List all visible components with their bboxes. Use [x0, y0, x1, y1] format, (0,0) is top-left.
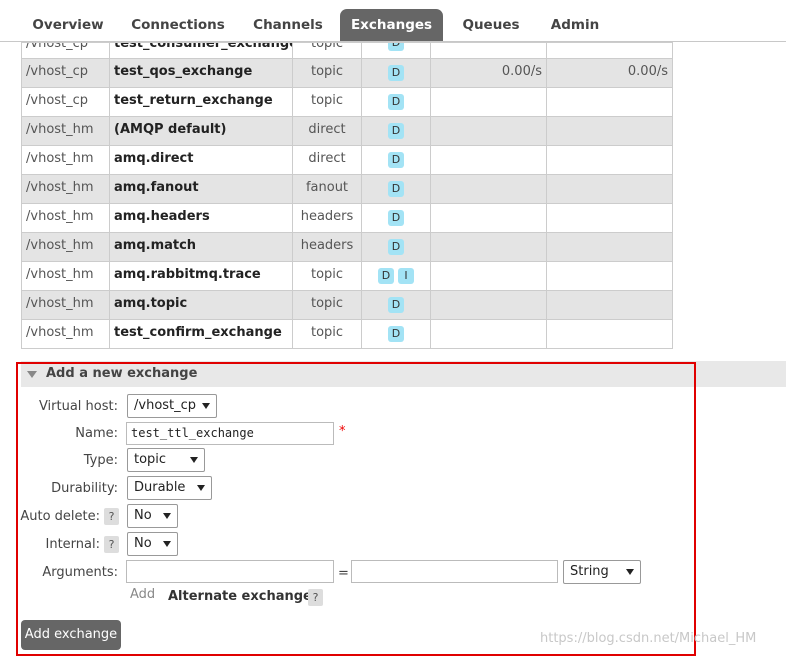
type-cell: topic	[292, 290, 362, 320]
main-nav: Overview Connections Channels Exchanges …	[0, 0, 786, 42]
features-cell: D	[361, 58, 431, 88]
highlight-box	[16, 362, 696, 656]
vhost-cell: /vhost_hm	[21, 203, 110, 233]
rate-out-cell	[546, 42, 673, 59]
feature-badge: D	[388, 65, 404, 81]
exchanges-table: /vhost_cp test_consumer_exchange topic D/vh…	[21, 42, 673, 349]
features-cell: D	[361, 290, 431, 320]
exchange-name-link[interactable]: amq.match	[109, 232, 293, 262]
exchange-name-link[interactable]: test_confirm_exchange	[109, 319, 293, 349]
tab-admin[interactable]: Admin	[540, 9, 610, 41]
features-cell: D	[361, 87, 431, 117]
type-cell: headers	[292, 203, 362, 233]
exchange-name-link[interactable]: amq.topic	[109, 290, 293, 320]
exchange-name-link[interactable]: (AMQP default)	[109, 116, 293, 146]
rate-in-cell	[430, 319, 547, 349]
vhost-cell: /vhost_cp	[21, 42, 110, 59]
table-row: /vhost_hm amq.direct direct D	[21, 145, 673, 175]
rate-in-cell	[430, 42, 547, 59]
exchange-name-link[interactable]: amq.direct	[109, 145, 293, 175]
vhost-cell: /vhost_hm	[21, 290, 110, 320]
rate-in-cell	[430, 261, 547, 291]
type-cell: topic	[292, 319, 362, 349]
table-row: /vhost_hm amq.match headers D	[21, 232, 673, 262]
feature-badge: D	[388, 152, 404, 168]
tab-exchanges[interactable]: Exchanges	[340, 9, 443, 42]
rate-out-cell	[546, 174, 673, 204]
rate-in-cell	[430, 116, 547, 146]
table-row: /vhost_hm test_confirm_exchange topic D	[21, 319, 673, 349]
tab-overview[interactable]: Overview	[22, 9, 114, 41]
vhost-cell: /vhost_cp	[21, 87, 110, 117]
rate-out-cell	[546, 116, 673, 146]
feature-badge: D	[388, 94, 404, 110]
rate-out-cell	[546, 290, 673, 320]
table-row: /vhost_hm amq.rabbitmq.trace topic D I	[21, 261, 673, 291]
rate-out-cell	[546, 232, 673, 262]
rate-out-cell	[546, 203, 673, 233]
exchange-name-link[interactable]: amq.rabbitmq.trace	[109, 261, 293, 291]
type-cell: direct	[292, 145, 362, 175]
table-row: /vhost_cp test_return_exchange topic D	[21, 87, 673, 117]
rate-out-cell	[546, 145, 673, 175]
rate-in-cell	[430, 174, 547, 204]
vhost-cell: /vhost_hm	[21, 232, 110, 262]
type-cell: topic	[292, 58, 362, 88]
exchange-name-link[interactable]: amq.headers	[109, 203, 293, 233]
tab-connections[interactable]: Connections	[122, 9, 234, 41]
rate-out-cell: 0.00/s	[546, 58, 673, 88]
features-cell: D	[361, 319, 431, 349]
feature-badge: I	[398, 268, 414, 284]
table-row: /vhost_hm amq.fanout fanout D	[21, 174, 673, 204]
rate-in-cell	[430, 203, 547, 233]
vhost-cell: /vhost_hm	[21, 145, 110, 175]
table-row: /vhost_hm (AMQP default) direct D	[21, 116, 673, 146]
rate-in-cell	[430, 145, 547, 175]
vhost-cell: /vhost_cp	[21, 58, 110, 88]
feature-badge: D	[388, 123, 404, 139]
exchange-name-link[interactable]: amq.fanout	[109, 174, 293, 204]
features-cell: D	[361, 42, 431, 59]
features-cell: DI	[361, 261, 431, 291]
table-row: /vhost_cp test_consumer_exchange topic D	[21, 42, 673, 59]
type-cell: topic	[292, 42, 362, 59]
features-cell: D	[361, 145, 431, 175]
feature-badge: D	[388, 326, 404, 342]
watermark-text: https://blog.csdn.net/Michael_HM	[540, 631, 757, 646]
rate-in-cell: 0.00/s	[430, 58, 547, 88]
rate-in-cell	[430, 232, 547, 262]
table-row: /vhost_hm amq.headers headers D	[21, 203, 673, 233]
rate-out-cell	[546, 87, 673, 117]
exchange-name-link[interactable]: test_qos_exchange	[109, 58, 293, 88]
features-cell: D	[361, 116, 431, 146]
feature-badge: D	[388, 181, 404, 197]
exchange-name-link[interactable]: test_consumer_exchange	[109, 42, 293, 59]
vhost-cell: /vhost_hm	[21, 319, 110, 349]
rate-in-cell	[430, 87, 547, 117]
vhost-cell: /vhost_hm	[21, 116, 110, 146]
rate-in-cell	[430, 290, 547, 320]
feature-badge: D	[388, 210, 404, 226]
rate-out-cell	[546, 261, 673, 291]
type-cell: fanout	[292, 174, 362, 204]
type-cell: topic	[292, 87, 362, 117]
rate-out-cell	[546, 319, 673, 349]
vhost-cell: /vhost_hm	[21, 174, 110, 204]
type-cell: topic	[292, 261, 362, 291]
features-cell: D	[361, 174, 431, 204]
tab-channels[interactable]: Channels	[242, 9, 334, 41]
feature-badge: D	[378, 268, 394, 284]
type-cell: direct	[292, 116, 362, 146]
feature-badge: D	[388, 297, 404, 313]
feature-badge: D	[388, 239, 404, 255]
table-row: /vhost_hm amq.topic topic D	[21, 290, 673, 320]
type-cell: headers	[292, 232, 362, 262]
feature-badge: D	[388, 43, 404, 51]
table-row: /vhost_cp test_qos_exchange topic D 0.00/s 0.…	[21, 58, 673, 88]
exchange-name-link[interactable]: test_return_exchange	[109, 87, 293, 117]
features-cell: D	[361, 203, 431, 233]
vhost-cell: /vhost_hm	[21, 261, 110, 291]
features-cell: D	[361, 232, 431, 262]
tab-queues[interactable]: Queues	[452, 9, 530, 41]
